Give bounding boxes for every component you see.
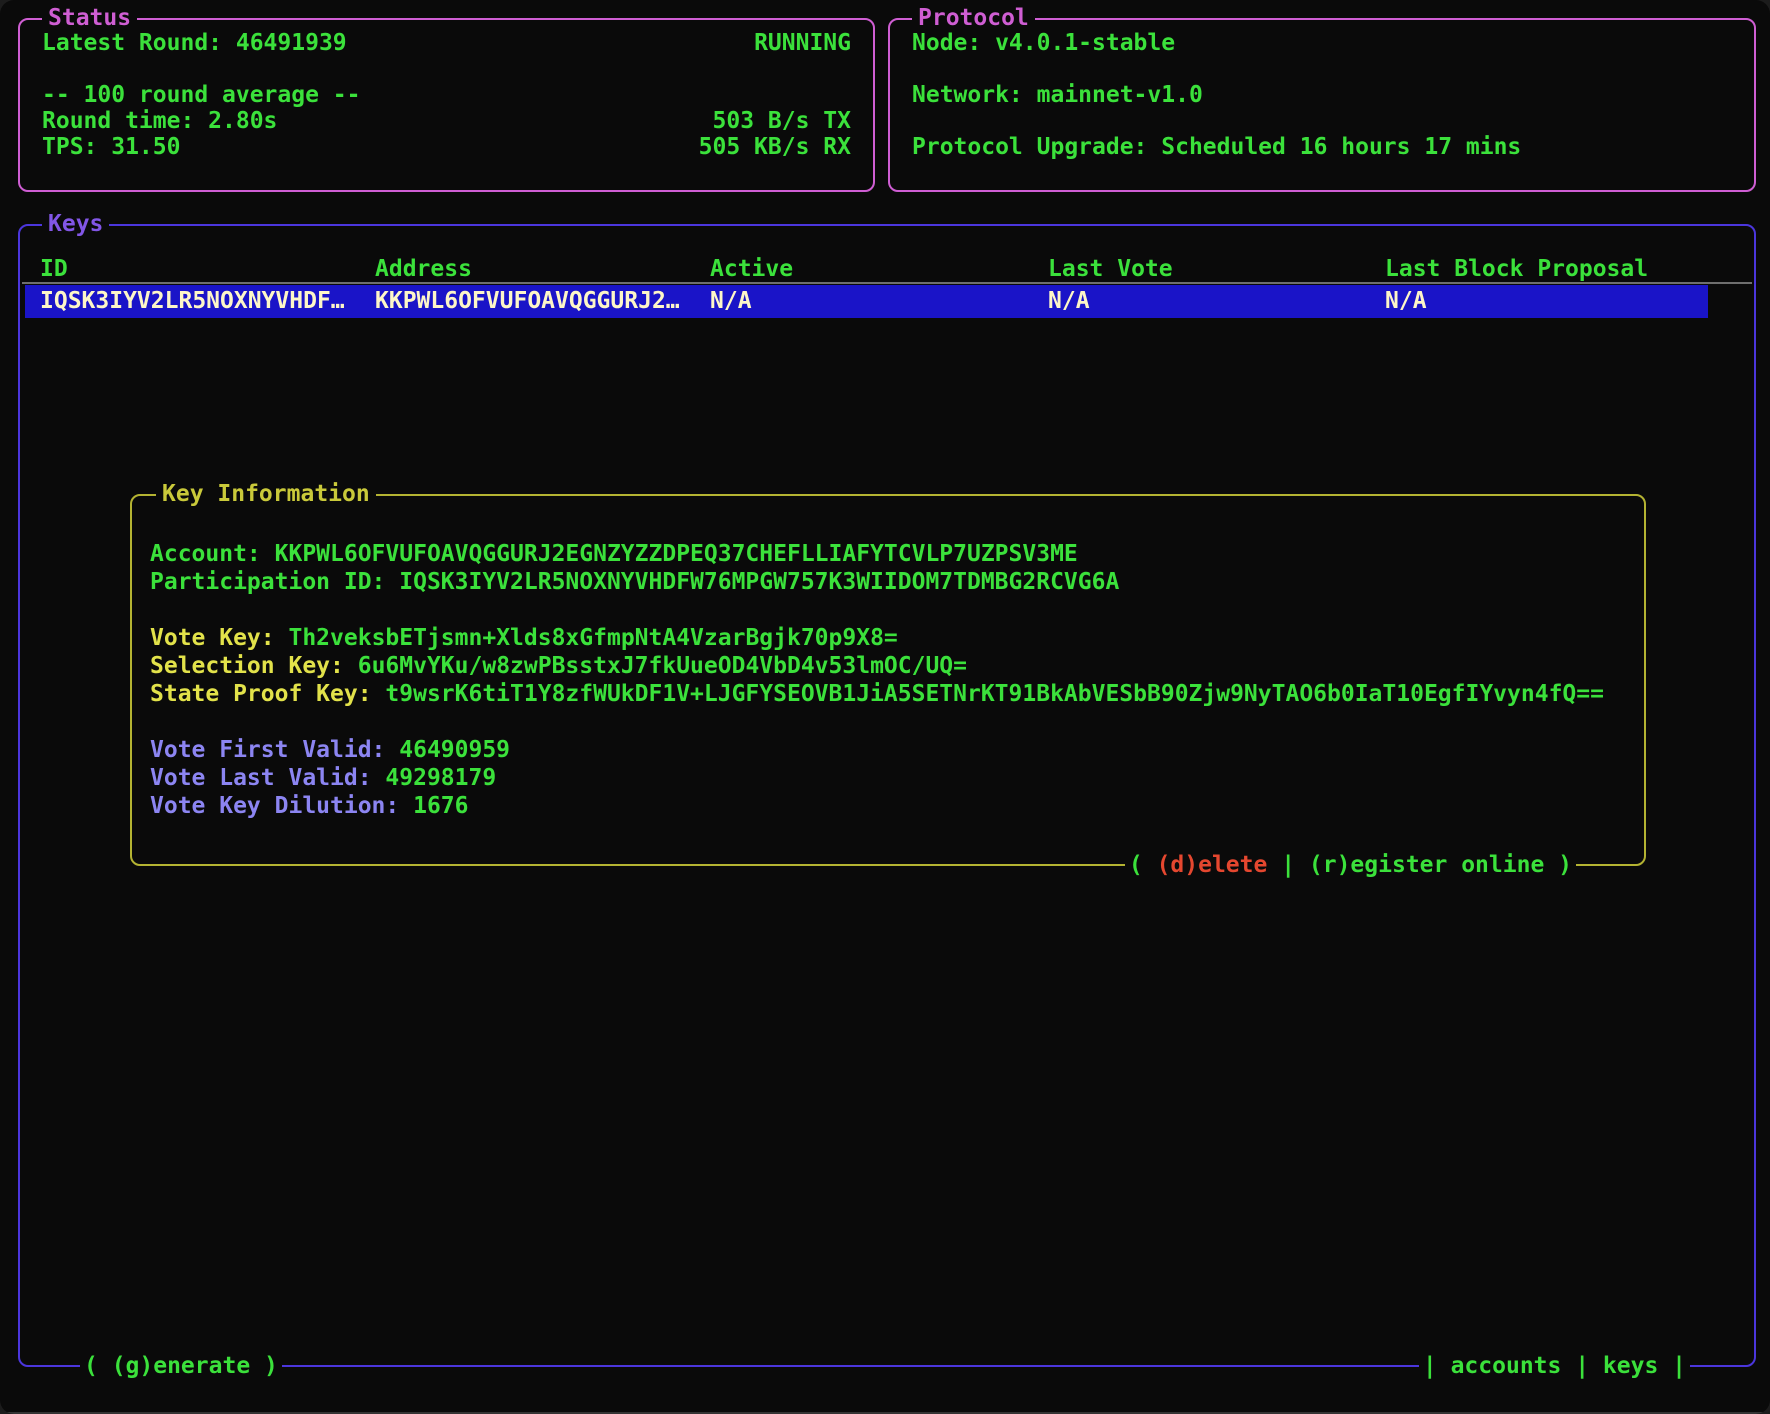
node-version-value: Node: v4.0.1-stable	[912, 30, 1175, 56]
protocol-panel-content: Node: v4.0.1-stable Network: mainnet-v1.0…	[890, 20, 1754, 160]
vote-first-valid-value: 46490959	[399, 737, 510, 763]
vote-key-value: Th2veksbETjsmn+Xlds8xGfmpNtA4VzarBgjk70p…	[288, 625, 897, 651]
vote-key-dilution-line: Vote Key Dilution: 1676	[150, 792, 1624, 820]
key-information-title: Key Information	[156, 481, 376, 507]
blank-line	[150, 596, 1624, 624]
vote-key-dilution-label: Vote Key Dilution:	[150, 793, 413, 819]
latest-round-value: Latest Round: 46491939	[42, 30, 347, 56]
blank-line	[150, 708, 1624, 736]
participation-id-label: Participation ID:	[150, 569, 399, 595]
row-cell-address: KKPWL6OFVUFOAVQGGURJ2…	[375, 285, 680, 318]
state-proof-key-label: State Proof Key:	[150, 681, 385, 707]
rx-rate-value: 505 KB/s RX	[699, 134, 851, 160]
status-line-tps: TPS: 31.50 505 KB/s RX	[42, 134, 851, 160]
tab-keys[interactable]: keys	[1603, 1353, 1658, 1379]
selection-key-label: Selection Key:	[150, 653, 358, 679]
selection-key-line: Selection Key: 6u6MvYKu/w8zwPBsstxJ7fkUu…	[150, 652, 1624, 680]
protocol-upgrade-value: Protocol Upgrade: Scheduled 16 hours 17 …	[912, 134, 1521, 160]
row-cell-active: N/A	[710, 285, 752, 318]
row-cell-last-block-proposal: N/A	[1385, 285, 1427, 318]
column-header-address: Address	[375, 256, 472, 282]
participation-id-value: IQSK3IYV2LR5NOXNYVHDFW76MPGW757K3WIIDOM7…	[399, 569, 1119, 595]
account-label: Account:	[150, 541, 275, 567]
vote-last-valid-label: Vote Last Valid:	[150, 765, 385, 791]
tps-value: TPS: 31.50	[42, 134, 180, 160]
state-proof-key-line: State Proof Key: t9wsrK6tiT1Y8zfWUkDF1V+…	[150, 680, 1624, 708]
status-panel-content: Latest Round: 46491939 RUNNING -- 100 roun…	[20, 20, 873, 160]
node-version-line: Node: v4.0.1-stable	[912, 30, 1732, 56]
vote-last-valid-value: 49298179	[385, 765, 496, 791]
tab-accounts[interactable]: accounts	[1451, 1353, 1562, 1379]
blank-line	[912, 108, 1732, 134]
status-panel-title: Status	[42, 5, 137, 31]
vote-key-label: Vote Key:	[150, 625, 288, 651]
nav-close-pipe: |	[1658, 1353, 1686, 1379]
delete-key-button[interactable]: (d)elete	[1157, 852, 1268, 878]
selection-key-value: 6u6MvYKu/w8zwPBsstxJ7fkUueOD4VbD4v53lmOC…	[358, 653, 967, 679]
header-separator	[22, 282, 1752, 284]
round-average-header: -- 100 round average --	[42, 82, 851, 108]
blank-line	[912, 56, 1732, 82]
protocol-panel: Protocol Node: v4.0.1-stableNetwork: mai…	[888, 18, 1756, 192]
key-information-panel: Key Information Account: KKPWL6OFVUFOAVQ…	[130, 494, 1646, 866]
status-panel: Status Latest Round: 46491939RUNNING-- 1…	[18, 18, 875, 192]
key-information-content: Account: KKPWL6OFVUFOAVQGGURJ2EGNZYZZDPE…	[132, 496, 1644, 820]
actions-close-paren: )	[1544, 852, 1572, 878]
nav-middle-pipe: |	[1561, 1353, 1603, 1379]
round-average-header-text: -- 100 round average --	[42, 82, 361, 108]
column-header-id: ID	[40, 256, 68, 282]
column-header-last-block-proposal: Last Block Proposal	[1385, 256, 1648, 282]
nav-open-pipe: |	[1423, 1353, 1451, 1379]
vote-key-dilution-value: 1676	[413, 793, 468, 819]
vote-last-valid-line: Vote Last Valid: 49298179	[150, 764, 1624, 792]
network-value: Network: mainnet-v1.0	[912, 82, 1203, 108]
actions-open-paren: (	[1129, 852, 1157, 878]
generate-key-button[interactable]: ( (g)enerate )	[80, 1353, 282, 1379]
bottom-nav: | accounts | keys |	[1419, 1353, 1690, 1379]
state-proof-key-value: t9wsrK6tiT1Y8zfWUkDF1V+LJGFYSEOVB1JiA5SE…	[385, 681, 1604, 707]
round-time-value: Round time: 2.80s	[42, 108, 277, 134]
row-cell-last-vote: N/A	[1048, 285, 1090, 318]
status-line-round-time: Round time: 2.80s 503 B/s TX	[42, 108, 851, 134]
vote-first-valid-label: Vote First Valid:	[150, 737, 399, 763]
vote-key-line: Vote Key: Th2veksbETjsmn+Xlds8xGfmpNtA4V…	[150, 624, 1624, 652]
actions-separator: |	[1267, 852, 1309, 878]
blank-line	[42, 56, 851, 82]
key-actions: ( (d)elete | (r)egister online )	[1125, 851, 1576, 879]
vote-first-valid-line: Vote First Valid: 46490959	[150, 736, 1624, 764]
participation-id-line: Participation ID: IQSK3IYV2LR5NOXNYVHDFW…	[150, 568, 1624, 596]
account-value: KKPWL6OFVUFOAVQGGURJ2EGNZYZZDPEQ37CHEFLL…	[275, 541, 1078, 567]
account-line: Account: KKPWL6OFVUFOAVQGGURJ2EGNZYZZDPE…	[150, 540, 1624, 568]
row-cell-id: IQSK3IYV2LR5NOXNYVHDF…	[40, 285, 345, 318]
register-online-button[interactable]: (r)egister online	[1309, 852, 1544, 878]
tx-rate-value: 503 B/s TX	[713, 108, 851, 134]
protocol-upgrade-line: Protocol Upgrade: Scheduled 16 hours 17 …	[912, 134, 1732, 160]
column-header-active: Active	[710, 256, 793, 282]
keys-panel: Keys ID Address Active Last Vote Last Bl…	[18, 224, 1756, 1367]
network-line: Network: mainnet-v1.0	[912, 82, 1732, 108]
terminal-window: Status Latest Round: 46491939 RUNNING -- 1…	[0, 0, 1770, 1414]
table-row-selected[interactable]: IQSK3IYV2LR5NOXNYVHDF… KKPWL6OFVUFOAVQGGU…	[25, 285, 1708, 318]
column-header-last-vote: Last Vote	[1048, 256, 1173, 282]
protocol-panel-title: Protocol	[912, 5, 1035, 31]
status-line-1: Latest Round: 46491939 RUNNING	[42, 30, 851, 56]
node-state-badge: RUNNING	[754, 30, 851, 56]
keys-panel-title: Keys	[42, 211, 109, 237]
